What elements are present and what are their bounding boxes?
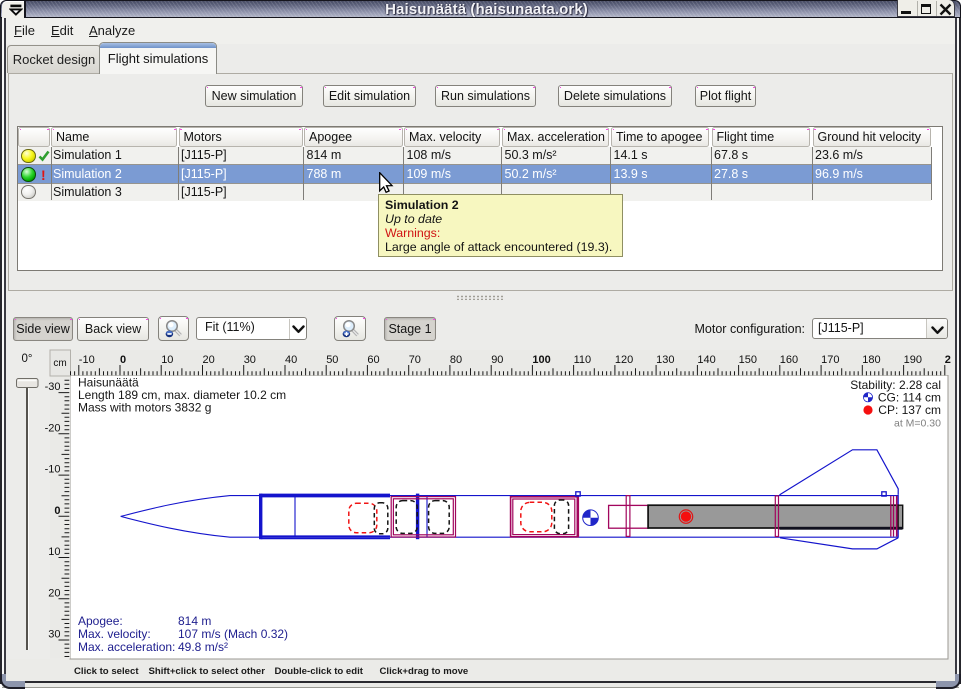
svg-text:170: 170 [821, 354, 839, 366]
svg-text:110: 110 [574, 354, 592, 366]
svg-text:107 m/s (Mach 0.32): 107 m/s (Mach 0.32) [178, 627, 288, 641]
svg-text:130: 130 [656, 354, 674, 366]
svg-text:40: 40 [285, 354, 297, 366]
svg-text:60: 60 [367, 354, 379, 366]
svg-text:-10: -10 [45, 464, 61, 476]
svg-text:at M=0.30: at M=0.30 [894, 418, 941, 430]
svg-text:814 m: 814 m [178, 614, 211, 628]
svg-text:0°: 0° [22, 353, 33, 365]
svg-text:30: 30 [244, 354, 256, 366]
svg-text:180: 180 [862, 354, 880, 366]
svg-text:100: 100 [532, 354, 550, 366]
svg-text:150: 150 [739, 354, 757, 366]
svg-text:2: 2 [945, 354, 951, 366]
svg-text:-30: -30 [45, 381, 61, 393]
svg-text:49.8 m/s²: 49.8 m/s² [178, 640, 228, 654]
svg-text:-10: -10 [79, 354, 95, 366]
svg-text:Apogee:: Apogee: [78, 614, 123, 628]
svg-text:CP: 137 cm: CP: 137 cm [878, 403, 941, 417]
svg-text:20: 20 [203, 354, 215, 366]
svg-text:70: 70 [409, 354, 421, 366]
svg-text:10: 10 [48, 546, 60, 558]
svg-text:10: 10 [161, 354, 173, 366]
svg-text:-20: -20 [45, 422, 61, 434]
svg-text:120: 120 [615, 354, 633, 366]
svg-text:80: 80 [450, 354, 462, 366]
svg-text:140: 140 [697, 354, 715, 366]
svg-text:Max. acceleration:: Max. acceleration: [78, 640, 175, 654]
svg-text:190: 190 [904, 354, 922, 366]
svg-text:Mass with motors 3832 g: Mass with motors 3832 g [78, 401, 211, 415]
svg-text:Max. velocity:: Max. velocity: [78, 627, 151, 641]
svg-text:160: 160 [780, 354, 798, 366]
svg-text:90: 90 [491, 354, 503, 366]
svg-text:cm: cm [53, 358, 66, 369]
svg-text:20: 20 [48, 587, 60, 599]
svg-text:30: 30 [48, 629, 60, 641]
svg-text:0: 0 [54, 505, 60, 517]
svg-text:50: 50 [326, 354, 338, 366]
svg-text:0: 0 [120, 354, 126, 366]
